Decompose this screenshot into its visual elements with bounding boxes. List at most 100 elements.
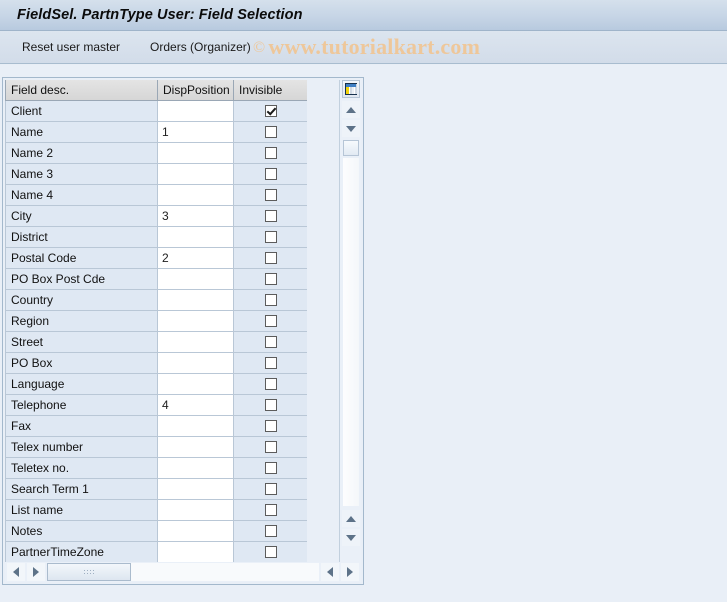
column-header-disp-position[interactable]: DispPosition [157,80,234,101]
cell-invisible [233,310,307,332]
cell-disp-position-input[interactable] [157,499,234,521]
cell-disp-position-input[interactable] [157,436,234,458]
watermark-text: www.tutorialkart.com [268,34,481,59]
table-row[interactable]: Region [5,310,307,332]
invisible-checkbox[interactable] [264,273,277,286]
invisible-checkbox[interactable] [264,231,277,244]
table-row[interactable]: Fax [5,415,307,437]
cell-disp-position-input[interactable] [157,310,234,332]
invisible-checkbox[interactable] [264,378,277,391]
scroll-page-down-icon[interactable] [342,529,360,546]
invisible-checkbox[interactable] [264,483,277,496]
cell-disp-position-input[interactable] [157,289,234,311]
table-scroll-viewport: Field desc. DispPosition Invisible Clien… [5,80,307,562]
invisible-checkbox[interactable] [264,336,277,349]
invisible-checkbox[interactable] [264,294,277,307]
cell-invisible [233,373,307,395]
invisible-checkbox[interactable] [264,147,277,160]
invisible-checkbox[interactable] [264,168,277,181]
table-row[interactable]: Name 4 [5,184,307,206]
invisible-checkbox[interactable] [264,105,277,118]
cell-disp-position-input[interactable]: 1 [157,121,234,143]
cell-invisible [233,163,307,185]
table-row[interactable]: District [5,226,307,248]
invisible-checkbox[interactable] [264,504,277,517]
invisible-checkbox[interactable] [264,189,277,202]
cell-disp-position-input[interactable] [157,457,234,479]
cell-disp-position-input[interactable]: 2 [157,247,234,269]
cell-disp-position-input[interactable] [157,226,234,248]
cell-disp-position-input[interactable] [157,331,234,353]
horizontal-scrollbar[interactable] [5,562,361,582]
table-row[interactable]: Telex number [5,436,307,458]
scroll-down-icon[interactable] [342,120,360,137]
horizontal-scrollbar-thumb[interactable] [47,563,131,581]
cell-disp-position-input[interactable] [157,163,234,185]
table-row[interactable]: Client [5,100,307,122]
scroll-up-icon[interactable] [342,101,360,118]
table-row[interactable]: City 3 [5,205,307,227]
scroll-right-icon[interactable] [27,563,45,581]
cell-field-desc: Country [5,289,158,311]
table-row[interactable]: Notes [5,520,307,542]
cell-disp-position-input[interactable] [157,373,234,395]
invisible-checkbox[interactable] [264,525,277,538]
cell-disp-position-input[interactable] [157,415,234,437]
table-row[interactable]: Country [5,289,307,311]
cell-disp-position-input[interactable] [157,100,234,122]
vertical-scrollbar-track[interactable] [343,158,359,506]
invisible-checkbox[interactable] [264,252,277,265]
table-row[interactable]: Telephone 4 [5,394,307,416]
cell-invisible [233,268,307,290]
table-row[interactable]: PO Box Post Cde [5,268,307,290]
table-row[interactable]: Name 2 [5,142,307,164]
table-row[interactable]: List name [5,499,307,521]
invisible-checkbox[interactable] [264,546,277,559]
column-header-invisible[interactable]: Invisible [233,80,307,101]
table-row[interactable]: Street [5,331,307,353]
table-row[interactable]: Name 1 [5,121,307,143]
table-row[interactable]: Name 3 [5,163,307,185]
cell-field-desc: PartnerTimeZone [5,541,158,562]
table-settings-icon[interactable] [342,80,360,98]
vertical-scrollbar[interactable] [339,80,361,562]
invisible-checkbox[interactable] [264,210,277,223]
column-header-field-desc[interactable]: Field desc. [5,80,158,101]
table-row[interactable]: Language [5,373,307,395]
table-row[interactable]: Search Term 1 [5,478,307,500]
scroll-left-end-icon[interactable] [321,563,339,581]
cell-disp-position-input[interactable] [157,268,234,290]
invisible-checkbox[interactable] [264,126,277,139]
cell-invisible [233,331,307,353]
table-row[interactable]: Postal Code 2 [5,247,307,269]
orders-organizer-button[interactable]: Orders (Organizer) [140,36,261,58]
scroll-page-up-icon[interactable] [342,510,360,527]
cell-disp-position-input[interactable] [157,352,234,374]
cell-field-desc: Telephone [5,394,158,416]
invisible-checkbox[interactable] [264,420,277,433]
invisible-checkbox[interactable] [264,399,277,412]
cell-invisible [233,499,307,521]
vertical-scrollbar-thumb[interactable] [343,140,359,156]
scroll-left-icon[interactable] [7,563,25,581]
cell-disp-position-input[interactable] [157,478,234,500]
cell-field-desc: PO Box Post Cde [5,268,158,290]
invisible-checkbox[interactable] [264,315,277,328]
cell-disp-position-input[interactable]: 3 [157,205,234,227]
table-row[interactable]: PO Box [5,352,307,374]
invisible-checkbox[interactable] [264,441,277,454]
table-row[interactable]: PartnerTimeZone [5,541,307,562]
table-row[interactable]: Teletex no. [5,457,307,479]
cell-disp-position-input[interactable]: 4 [157,394,234,416]
cell-invisible [233,457,307,479]
cell-invisible [233,121,307,143]
invisible-checkbox[interactable] [264,462,277,475]
invisible-checkbox[interactable] [264,357,277,370]
cell-disp-position-input[interactable] [157,184,234,206]
scroll-right-end-icon[interactable] [341,563,359,581]
horizontal-scrollbar-track[interactable] [47,563,319,581]
cell-disp-position-input[interactable] [157,520,234,542]
cell-disp-position-input[interactable] [157,142,234,164]
reset-user-master-button[interactable]: Reset user master [12,36,130,58]
cell-disp-position-input[interactable] [157,541,234,562]
